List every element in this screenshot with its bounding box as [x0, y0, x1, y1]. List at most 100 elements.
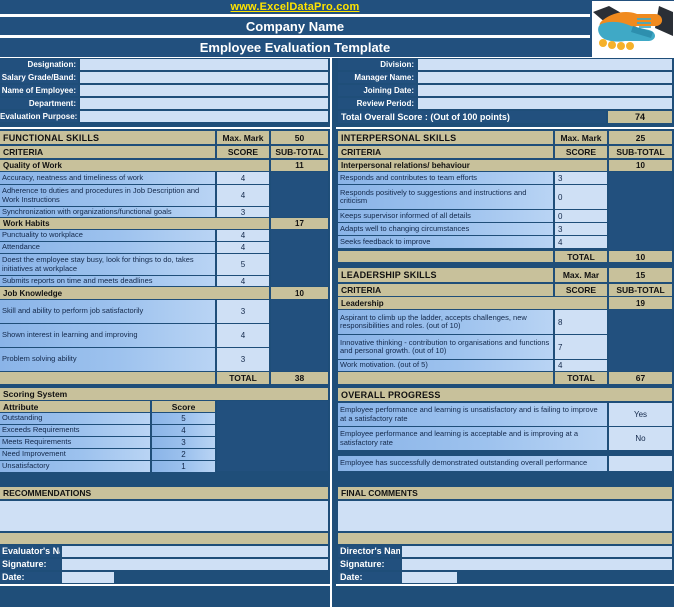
- group-subtotal-quality-of-work: 11: [271, 160, 328, 171]
- field-employee-name[interactable]: [80, 85, 328, 96]
- criterion-score[interactable]: 3: [217, 207, 269, 217]
- criterion-score[interactable]: 3: [217, 348, 269, 371]
- scoring-row-score: 3: [152, 437, 215, 448]
- group-subtotal-work-habits: 17: [271, 218, 328, 229]
- functional-max-mark-label: Max. Mark: [217, 131, 269, 144]
- field-department[interactable]: [80, 98, 328, 109]
- leadership-total-spacer: [338, 372, 553, 384]
- interpersonal-subtotal-label: SUB-TOTAL: [609, 146, 672, 158]
- label-designation: Designation:: [0, 59, 78, 70]
- criterion-score[interactable]: 3: [555, 172, 607, 184]
- field-salary-grade[interactable]: [80, 72, 328, 83]
- criterion-score[interactable]: 4: [555, 360, 607, 371]
- evaluation-sheet: www.ExcelDataPro.com Company Name Employ…: [0, 0, 674, 607]
- director-signature-field[interactable]: [402, 559, 672, 570]
- scoring-col-attribute: Attribute: [0, 401, 150, 412]
- scoring-row-score: 4: [152, 425, 215, 436]
- evaluator-name-field[interactable]: [62, 546, 328, 557]
- field-manager-name[interactable]: [418, 72, 672, 83]
- criterion-score[interactable]: 0: [555, 185, 607, 209]
- subtotal-fill: [609, 172, 672, 250]
- group-title-quality-of-work: Quality of Work: [0, 160, 269, 171]
- group-subtotal-interpersonal-relations: 10: [609, 160, 672, 171]
- criterion-score[interactable]: 8: [555, 310, 607, 334]
- column-divider: [330, 58, 332, 607]
- functional-subtotal-label: SUB-TOTAL: [271, 146, 328, 158]
- scoring-row-attribute: Outstanding: [0, 413, 150, 424]
- evaluator-signature-field[interactable]: [62, 559, 328, 570]
- director-date-label: Date:: [338, 572, 400, 583]
- site-url-link[interactable]: www.ExcelDataPro.com: [0, 0, 590, 14]
- director-date-field[interactable]: [402, 572, 457, 583]
- criterion-score[interactable]: 4: [217, 230, 269, 241]
- criterion-text: Adherence to duties and procedures in Jo…: [0, 185, 215, 206]
- criterion-text: Work motivation. (out of 5): [338, 360, 553, 371]
- label-department: Department:: [0, 98, 78, 109]
- leadership-total-value: 67: [609, 372, 672, 384]
- label-review-period: Review Period:: [338, 98, 416, 109]
- group-subtotal-job-knowledge: 10: [271, 287, 328, 299]
- criterion-text: Skill and ability to perform job satisfa…: [0, 300, 215, 323]
- progress-answer[interactable]: Yes: [609, 403, 672, 426]
- subtotal-fill: [271, 172, 328, 217]
- criterion-score[interactable]: 4: [217, 172, 269, 184]
- group-title-work-habits: Work Habits: [0, 218, 269, 229]
- criterion-score[interactable]: 4: [555, 236, 607, 248]
- evaluator-date-field[interactable]: [62, 572, 114, 583]
- interpersonal-skills-title: INTERPERSONAL SKILLS: [338, 131, 553, 144]
- evaluator-name-label: Evaluator's Name:: [0, 546, 60, 557]
- criterion-score[interactable]: 4: [217, 276, 269, 286]
- scoring-row-attribute: Meets Requirements: [0, 437, 150, 448]
- interpersonal-score-label: SCORE: [555, 146, 607, 158]
- recommendations-footer-band: [0, 533, 328, 544]
- criterion-score[interactable]: 4: [217, 242, 269, 253]
- director-name-field[interactable]: [402, 546, 672, 557]
- criterion-text: Problem solving ability: [0, 348, 215, 371]
- criterion-text: Shown interest in learning and improving: [0, 324, 215, 347]
- row-divider: [0, 584, 330, 586]
- functional-total-label: TOTAL: [217, 372, 269, 384]
- criterion-text: Seeks feedback to improve: [338, 236, 553, 248]
- scoring-row-attribute: Exceeds Requirements: [0, 425, 150, 436]
- group-title-leadership: Leadership: [338, 297, 607, 309]
- group-title-job-knowledge: Job Knowledge: [0, 287, 269, 299]
- final-comments-textarea[interactable]: [338, 501, 672, 531]
- final-comments-title: FINAL COMMENTS: [338, 487, 672, 499]
- row-divider: [0, 127, 330, 129]
- scoring-row-score: 2: [152, 449, 215, 460]
- interpersonal-criteria-label: CRITERIA: [338, 146, 553, 158]
- director-name-label: Director's Name:: [338, 546, 400, 557]
- field-designation[interactable]: [80, 59, 328, 70]
- progress-statement: Employee performance and learning is uns…: [338, 403, 607, 426]
- interpersonal-total-value: 10: [609, 251, 672, 262]
- scoring-row-attribute: Need Improvement: [0, 449, 150, 460]
- criterion-score[interactable]: 4: [217, 324, 269, 347]
- criterion-text: Synchronization with organizations/funct…: [0, 207, 215, 217]
- criterion-score[interactable]: 3: [555, 223, 607, 235]
- recommendations-textarea[interactable]: [0, 501, 328, 531]
- criterion-score[interactable]: 7: [555, 335, 607, 359]
- overall-progress-title: OVERALL PROGRESS: [338, 388, 672, 401]
- progress-answer[interactable]: No: [609, 427, 672, 450]
- functional-skills-title: FUNCTIONAL SKILLS: [0, 131, 215, 144]
- interpersonal-total-spacer: [338, 251, 553, 262]
- label-employee-name: Name of Employee:: [0, 85, 78, 96]
- criterion-score[interactable]: 0: [555, 210, 607, 222]
- total-overall-score-value: 74: [608, 111, 672, 123]
- field-division[interactable]: [418, 59, 672, 70]
- criterion-text: Innovative thinking - contribution to or…: [338, 335, 553, 359]
- criterion-text: Keeps supervisor informed of all details: [338, 210, 553, 222]
- field-eval-purpose[interactable]: [80, 111, 328, 122]
- header-divider-3: [0, 57, 674, 58]
- recommendations-title: RECOMMENDATIONS: [0, 487, 328, 499]
- criterion-score[interactable]: 3: [217, 300, 269, 323]
- leadership-total-label: TOTAL: [555, 372, 607, 384]
- field-review-period[interactable]: [418, 98, 672, 109]
- page-title: Employee Evaluation Template: [199, 40, 391, 55]
- field-joining-date[interactable]: [418, 85, 672, 96]
- progress-answer[interactable]: [609, 456, 672, 471]
- criterion-text: Aspirant to climb up the ladder, accepts…: [338, 310, 553, 334]
- final-comments-footer-band: [338, 533, 672, 544]
- criterion-score[interactable]: 5: [217, 254, 269, 275]
- criterion-score[interactable]: 4: [217, 185, 269, 206]
